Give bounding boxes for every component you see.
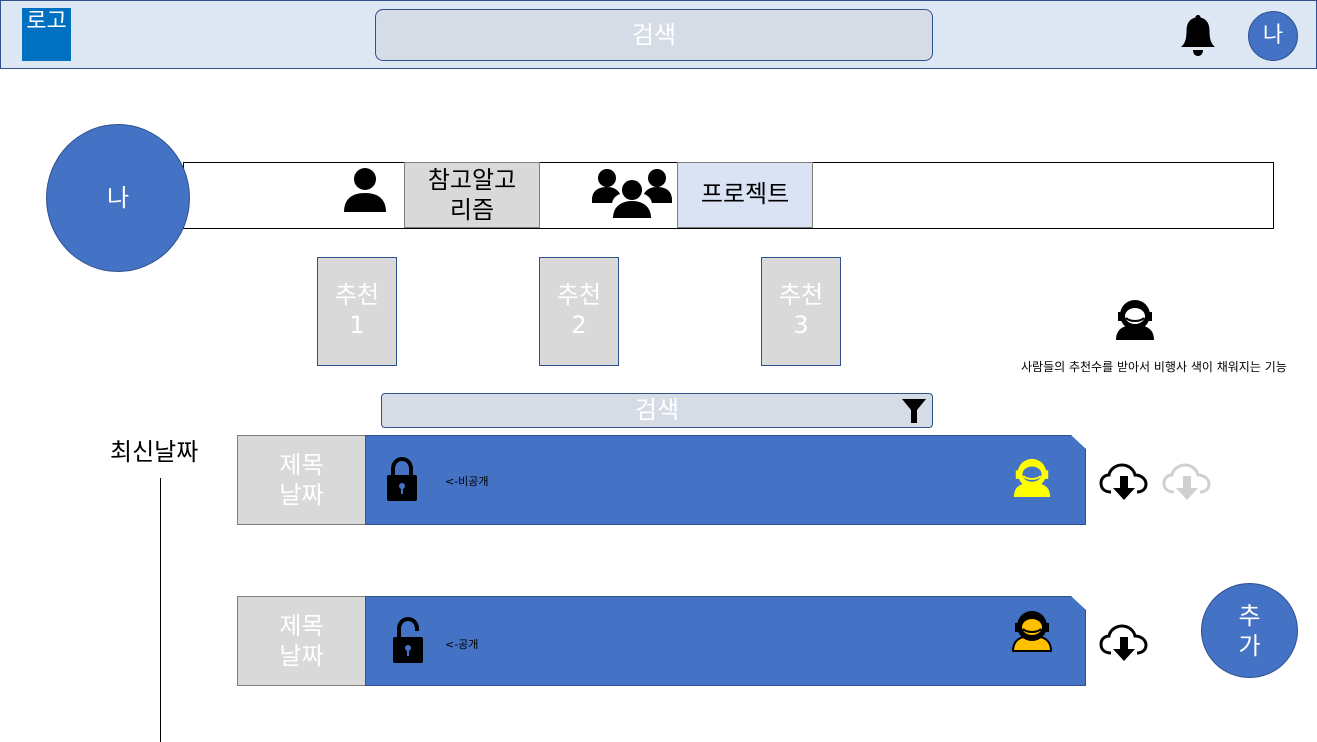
tab-projects[interactable]: 프로젝트: [677, 162, 813, 228]
recommendation-card-1[interactable]: 추천 1: [317, 257, 397, 366]
download-icon-disabled[interactable]: [1162, 462, 1212, 502]
download-icon[interactable]: [1099, 623, 1149, 663]
add-button[interactable]: 추 가: [1201, 583, 1298, 678]
visibility-note: <-공개: [445, 638, 479, 651]
recommendation-card-2[interactable]: 추천 2: [539, 257, 619, 366]
card-title[interactable]: 제목 날짜: [237, 435, 366, 525]
download-icon[interactable]: [1099, 462, 1149, 502]
logo[interactable]: 로고: [22, 8, 71, 61]
lock-open-icon: [390, 617, 426, 665]
lock-closed-icon: [384, 457, 420, 503]
astronaut-icon: [1010, 456, 1054, 498]
search-bar[interactable]: 검색: [375, 9, 933, 61]
user-avatar[interactable]: 나: [1248, 11, 1298, 61]
astronaut-feature-note: 사람들의 추천수를 받아서 비행사 색이 채워지는 기능: [1021, 360, 1287, 374]
list-search-bar[interactable]: 검색: [381, 393, 933, 428]
profile-avatar: 나: [46, 124, 190, 272]
filter-icon[interactable]: [900, 397, 928, 425]
astronaut-icon: [1112, 297, 1158, 341]
sort-label[interactable]: 최신날짜: [110, 432, 198, 467]
card-title[interactable]: 제목 날짜: [237, 596, 366, 686]
list-item[interactable]: 제목 날짜 <-비공개: [237, 435, 1086, 525]
tab-reference-algorithm[interactable]: 참고알고 리즘: [404, 162, 540, 228]
visibility-note: <-비공개: [445, 475, 489, 488]
recommendation-card-3[interactable]: 추천 3: [761, 257, 841, 366]
person-icon: [342, 166, 388, 214]
bell-icon[interactable]: [1178, 12, 1218, 58]
astronaut-icon: [1009, 608, 1055, 652]
list-item[interactable]: 제목 날짜 <-공개: [237, 596, 1086, 686]
timeline-line: [160, 478, 161, 742]
group-icon: [591, 166, 673, 220]
